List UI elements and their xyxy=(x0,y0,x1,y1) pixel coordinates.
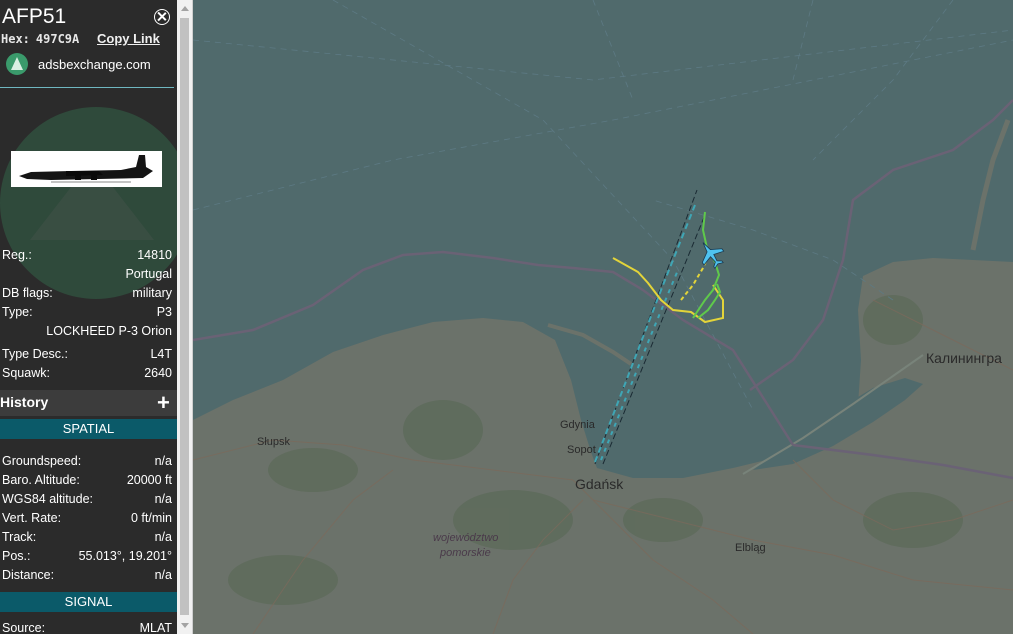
spatial-value: n/a xyxy=(154,454,172,468)
spatial-label: Track: xyxy=(2,530,37,544)
spatial-value: 55.013°, 19.201° xyxy=(78,549,172,563)
region-label-line2: pomorskie xyxy=(440,547,491,559)
spatial-row-track: Track: n/a xyxy=(2,530,172,546)
spatial-row-groundspeed: Groundspeed: n/a xyxy=(2,454,172,470)
place-label-elblag: Elbląg xyxy=(735,542,766,554)
detail-value: military xyxy=(132,286,172,300)
copy-link[interactable]: Copy Link xyxy=(97,31,160,46)
hex-value: 497C9A xyxy=(35,32,80,46)
scroll-down-icon[interactable] xyxy=(181,623,189,628)
place-label-gdynia: Gdynia xyxy=(560,419,595,431)
history-toggle[interactable]: History + xyxy=(0,390,177,416)
spatial-value: n/a xyxy=(154,492,172,506)
spatial-label: Baro. Altitude: xyxy=(2,473,80,487)
spatial-row-distance: Distance: n/a xyxy=(2,568,172,584)
detail-row-reg: Reg.: 14810 xyxy=(2,248,172,264)
aircraft-photo[interactable] xyxy=(11,151,162,187)
spatial-value: n/a xyxy=(154,530,172,544)
adsbx-logo-icon[interactable] xyxy=(6,53,28,75)
region-label-line1: województwo xyxy=(433,532,499,544)
spatial-label: Groundspeed: xyxy=(2,454,82,468)
spatial-label: Pos.: xyxy=(2,549,31,563)
detail-row-dbflags: DB flags: military xyxy=(2,286,172,302)
detail-row-type-name: LOCKHEED P-3 Orion xyxy=(2,324,172,340)
signal-row-source: Source: MLAT xyxy=(2,621,172,634)
detail-value: L4T xyxy=(150,347,172,361)
history-label: History xyxy=(0,394,49,410)
spatial-value: 20000 ft xyxy=(126,473,172,487)
place-label-kaliningrad: Калинингра xyxy=(926,350,1002,366)
spatial-header[interactable]: SPATIAL xyxy=(0,419,177,439)
detail-value: Portugal xyxy=(125,267,172,281)
spatial-value: n/a xyxy=(154,568,172,582)
map-canvas[interactable] xyxy=(193,0,1013,634)
detail-row-type: Type: P3 xyxy=(2,305,172,321)
detail-label: Type Desc.: xyxy=(2,347,68,361)
spatial-row-baro-altitude: Baro. Altitude: 20000 ft xyxy=(2,473,172,489)
source-site-link[interactable]: adsbexchange.com xyxy=(38,57,151,72)
hex-label: Hex: xyxy=(1,32,30,46)
detail-label: Reg.: xyxy=(2,248,32,262)
spatial-row-position: Pos.: 55.013°, 19.201° xyxy=(2,549,172,565)
detail-label: DB flags: xyxy=(2,286,53,300)
aircraft-sidebar: AFP51 Hex: 497C9A Copy Link adsbexchange.… xyxy=(0,0,177,634)
hex-row: Hex: 497C9A xyxy=(1,32,79,46)
signal-header[interactable]: SIGNAL xyxy=(0,592,177,612)
spatial-row-vert-rate: Vert. Rate: 0 ft/min xyxy=(2,511,172,527)
place-label-sopot: Sopot xyxy=(567,444,596,456)
detail-value: 2640 xyxy=(144,366,172,380)
place-label-gdansk: Gdańsk xyxy=(575,476,624,492)
spatial-label: WGS84 altitude: xyxy=(2,492,94,506)
detail-value: P3 xyxy=(156,305,172,319)
scrollbar-thumb[interactable] xyxy=(180,18,189,615)
signal-value: MLAT xyxy=(139,621,172,634)
detail-label: Type: xyxy=(2,305,33,319)
signal-label: Source: xyxy=(2,621,46,634)
spatial-label: Distance: xyxy=(2,568,55,582)
spatial-row-wgs84: WGS84 altitude: n/a xyxy=(2,492,172,508)
sidebar-scrollbar[interactable] xyxy=(177,0,193,634)
divider xyxy=(0,87,174,88)
detail-value: LOCKHEED P-3 Orion xyxy=(46,324,172,338)
detail-row-country: Portugal xyxy=(2,267,172,283)
detail-row-squawk: Squawk: 2640 xyxy=(2,366,172,382)
detail-row-type-desc: Type Desc.: L4T xyxy=(2,347,172,363)
detail-label: Squawk: xyxy=(2,366,50,380)
scroll-up-icon[interactable] xyxy=(181,6,189,11)
spatial-value: 0 ft/min xyxy=(131,511,172,525)
detail-value: 14810 xyxy=(137,248,172,262)
callsign-title: AFP51 xyxy=(2,5,67,28)
map-view[interactable]: Słupsk Gdynia Sopot Gdańsk województwo p… xyxy=(193,0,1013,634)
place-label-slupsk: Słupsk xyxy=(257,436,291,448)
spatial-label: Vert. Rate: xyxy=(2,511,62,525)
close-icon[interactable] xyxy=(154,9,170,25)
plus-icon[interactable]: + xyxy=(157,390,170,416)
